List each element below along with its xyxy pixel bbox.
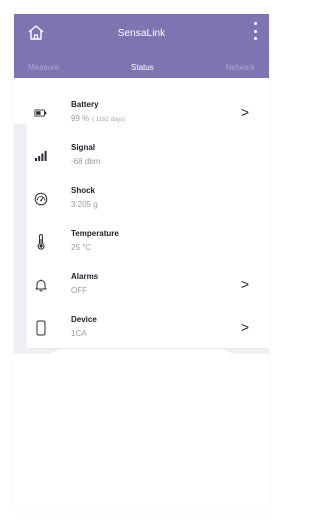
tab-status[interactable]: Status [131,63,154,72]
status-item-label: Shock [71,186,96,195]
status-list: Battery 99 %( 1162 days) > Signal -68 db… [27,92,269,349]
status-item-shock: Shock 3.205 g [27,178,269,221]
status-item-value: 99 %( 1162 days) [71,114,126,123]
status-item-temperature: Temperature 25 °C [27,221,269,264]
status-item-value: 3.205 g [71,200,98,209]
status-item-value: 1CA [71,329,87,338]
app-bar: SensaLink Measure Status Network [14,14,269,78]
battery-days: ( 1162 days) [92,117,126,123]
tab-bar: Measure Status Network [14,56,269,78]
more-options-icon[interactable] [251,22,259,40]
status-item-label: Battery [71,100,99,109]
chevron-right-icon[interactable]: > [241,319,249,335]
status-item-label: Signal [71,143,96,152]
status-item-signal: Signal -68 dbm [27,135,269,178]
chevron-right-icon[interactable]: > [241,276,249,292]
status-item-label: Device [71,315,97,324]
status-item-value: 25 °C [71,243,92,252]
status-item-alarms[interactable]: Alarms OFF > [27,264,269,307]
bell-icon [34,278,48,292]
signal-icon [34,149,48,163]
tab-measure[interactable]: Measure [28,63,59,72]
thermometer-icon [34,234,48,250]
status-item-label: Temperature [71,229,119,238]
status-item-value: -68 dbm [71,157,101,166]
status-item-label: Alarms [71,272,99,281]
app-title: SensaLink [117,28,166,39]
battery-icon [34,106,48,120]
status-item-battery[interactable]: Battery 99 %( 1162 days) > [27,92,269,135]
phone-icon [34,320,48,336]
tab-network[interactable]: Network [226,63,255,72]
status-item-device[interactable]: Device 1CA > [27,307,269,350]
chevron-right-icon[interactable]: > [241,104,249,120]
status-item-value: OFF [71,286,87,295]
gauge-icon [34,192,48,206]
